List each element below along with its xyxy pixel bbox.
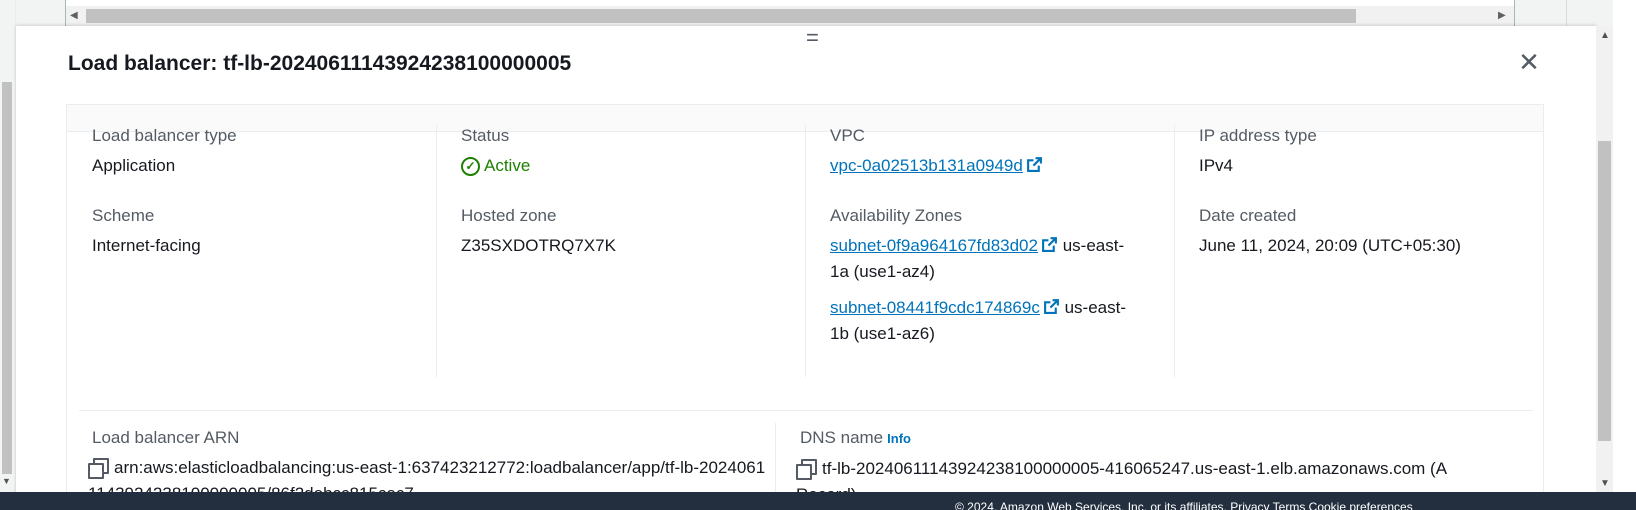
scroll-down-arrow-icon[interactable]: ▼ — [1600, 478, 1610, 489]
right-page-edge — [1613, 0, 1636, 492]
subnet-link[interactable]: subnet-08441f9cdc174869c — [830, 298, 1040, 317]
az-list: subnet-0f9a964167fd83d02 us-east-1a (use… — [830, 233, 1130, 347]
field-value: IPv4 — [1199, 156, 1234, 175]
drag-handle-icon[interactable]: = — [806, 27, 819, 49]
field-value: Internet-facing — [92, 236, 201, 255]
field-status: Status ✓ Active — [461, 125, 530, 179]
page-footer: © 2024, Amazon Web Services, Inc. or its… — [0, 492, 1636, 510]
panel-title: Load balancer: tf-lb-2024061114392423810… — [68, 52, 572, 75]
field-value: vpc-0a02513b131a0949d — [830, 153, 1043, 179]
field-date-created: Date created June 11, 2024, 20:09 (UTC+0… — [1199, 205, 1461, 259]
details-column-4: IP address type IPv4 Date created June 1… — [1174, 125, 1529, 377]
field-label: Load balancer ARN — [92, 428, 240, 447]
scroll-left-arrow-icon[interactable]: ◀ — [70, 9, 78, 23]
field-label: Status — [461, 126, 510, 145]
status-success-icon: ✓ — [461, 156, 480, 176]
subnet-link[interactable]: subnet-0f9a964167fd83d02 — [830, 236, 1038, 255]
field-label: Availability Zones — [830, 206, 962, 225]
field-scheme: Scheme Internet-facing — [92, 205, 201, 259]
info-link[interactable]: Info — [887, 431, 911, 446]
details-column-3: VPC vpc-0a02513b131a0949d Availability Z… — [805, 125, 1174, 377]
details-column-1: Load balancer type Application Scheme In… — [81, 125, 436, 377]
field-lb-type: Load balancer type Application — [92, 125, 237, 179]
field-label: DNS name Info — [800, 427, 1500, 450]
field-label: Scheme — [92, 206, 155, 225]
scroll-down-arrow-icon[interactable]: ▼ — [2, 476, 11, 486]
copy-icon[interactable] — [796, 459, 817, 480]
horizontal-scrollbar-thumb[interactable] — [86, 9, 1356, 23]
left-scrollbar-thumb[interactable] — [2, 82, 12, 474]
details-container: Load balancer type Application Scheme In… — [66, 104, 1544, 504]
status-value: ✓ Active — [461, 153, 530, 179]
details-split-panel: = Load balancer: tf-lb-20240611143924238… — [16, 26, 1596, 504]
list-item: subnet-0f9a964167fd83d02 us-east-1a (use… — [830, 233, 1130, 285]
close-icon[interactable]: ✕ — [1516, 49, 1542, 76]
list-item: subnet-08441f9cdc174869c us-east-1b (use… — [830, 295, 1130, 347]
copy-icon[interactable] — [88, 458, 109, 479]
section-divider — [79, 410, 1533, 411]
divider — [1566, 0, 1567, 26]
footer-text: © 2024, Amazon Web Services, Inc. or its… — [955, 500, 1413, 510]
status-text: Active — [484, 156, 531, 175]
field-vpc: VPC vpc-0a02513b131a0949d — [830, 125, 1043, 179]
horizontal-scrollbar[interactable]: ◀ ▶ — [66, 6, 1514, 26]
field-value: Z35SXDOTRQ7X7K — [461, 236, 616, 255]
field-availability-zones: Availability Zones subnet-0f9a964167fd83… — [830, 205, 1130, 347]
field-label: VPC — [830, 126, 865, 145]
scroll-up-arrow-icon[interactable]: ▲ — [1600, 30, 1610, 41]
vertical-scrollbar[interactable]: ▲ ▼ — [1596, 26, 1613, 492]
field-label: IP address type — [1199, 126, 1317, 145]
field-value: Application — [92, 156, 176, 175]
external-link-icon[interactable] — [1026, 156, 1043, 173]
vertical-scrollbar-thumb[interactable] — [1598, 141, 1611, 441]
external-link-icon[interactable] — [1043, 298, 1060, 315]
field-ip-type: IP address type IPv4 — [1199, 125, 1317, 179]
dns-label: DNS name — [800, 428, 884, 447]
field-value: June 11, 2024, 20:09 (UTC+05:30) — [1199, 236, 1461, 255]
details-grid: Load balancer type Application Scheme In… — [81, 125, 1541, 377]
field-label: Date created — [1199, 206, 1297, 225]
field-label: Load balancer type — [92, 126, 237, 145]
left-page-scrollbar[interactable]: ▼ — [0, 0, 16, 492]
scroll-right-arrow-icon[interactable]: ▶ — [1498, 9, 1506, 23]
field-label: Hosted zone — [461, 206, 557, 225]
vpc-link[interactable]: vpc-0a02513b131a0949d — [830, 156, 1023, 175]
page: ▼ ◀ ▶ = Load balancer: tf-lb-20240611143… — [0, 0, 1636, 510]
external-link-icon[interactable] — [1041, 236, 1058, 253]
details-column-2: Status ✓ Active Hosted zone Z35SXDOTRQ7X… — [436, 125, 805, 377]
column-divider — [775, 423, 776, 497]
field-hosted-zone: Hosted zone Z35SXDOTRQ7X7K — [461, 205, 616, 259]
